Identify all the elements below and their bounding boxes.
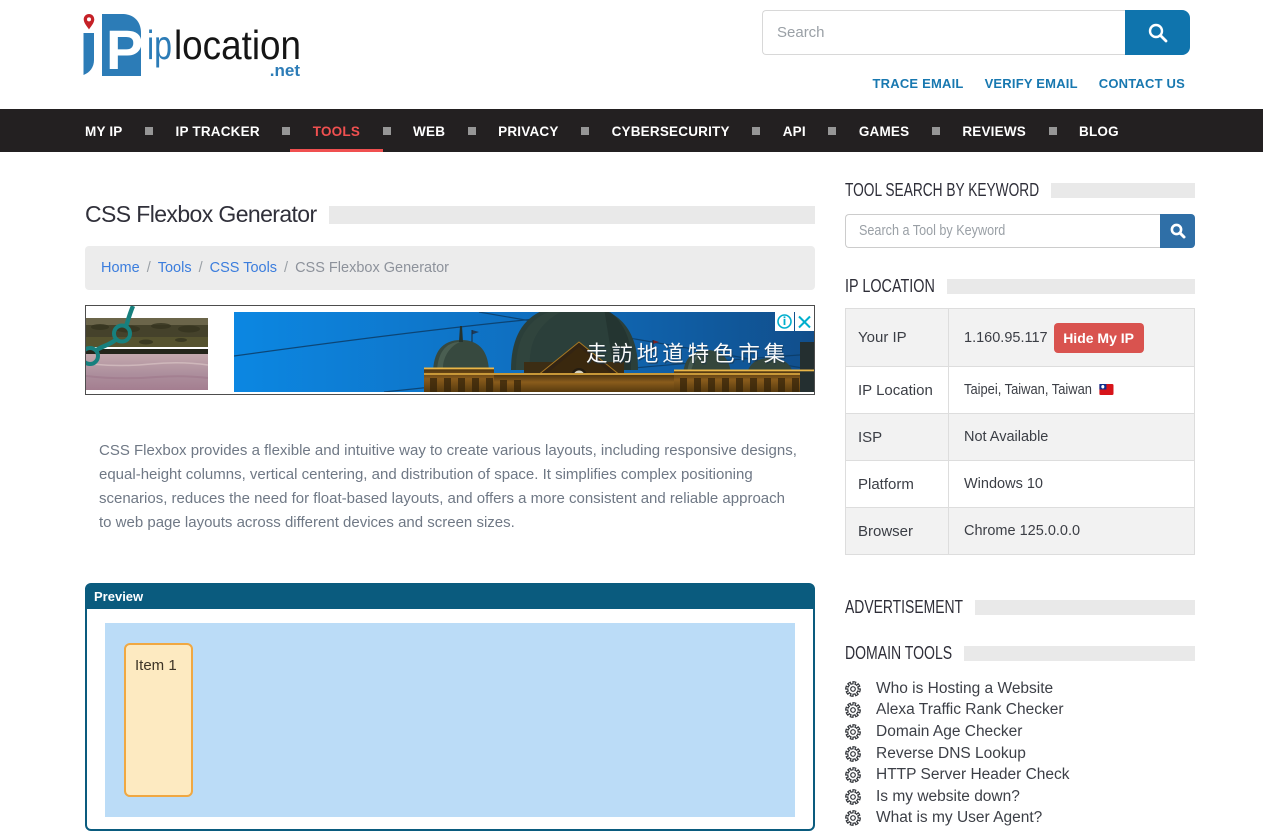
svg-text:.net: .net xyxy=(270,61,301,80)
svg-text:走訪地道特色市集: 走訪地道特色市集 xyxy=(586,342,789,366)
svg-text:ip: ip xyxy=(147,22,172,68)
svg-text:P: P xyxy=(106,18,143,80)
